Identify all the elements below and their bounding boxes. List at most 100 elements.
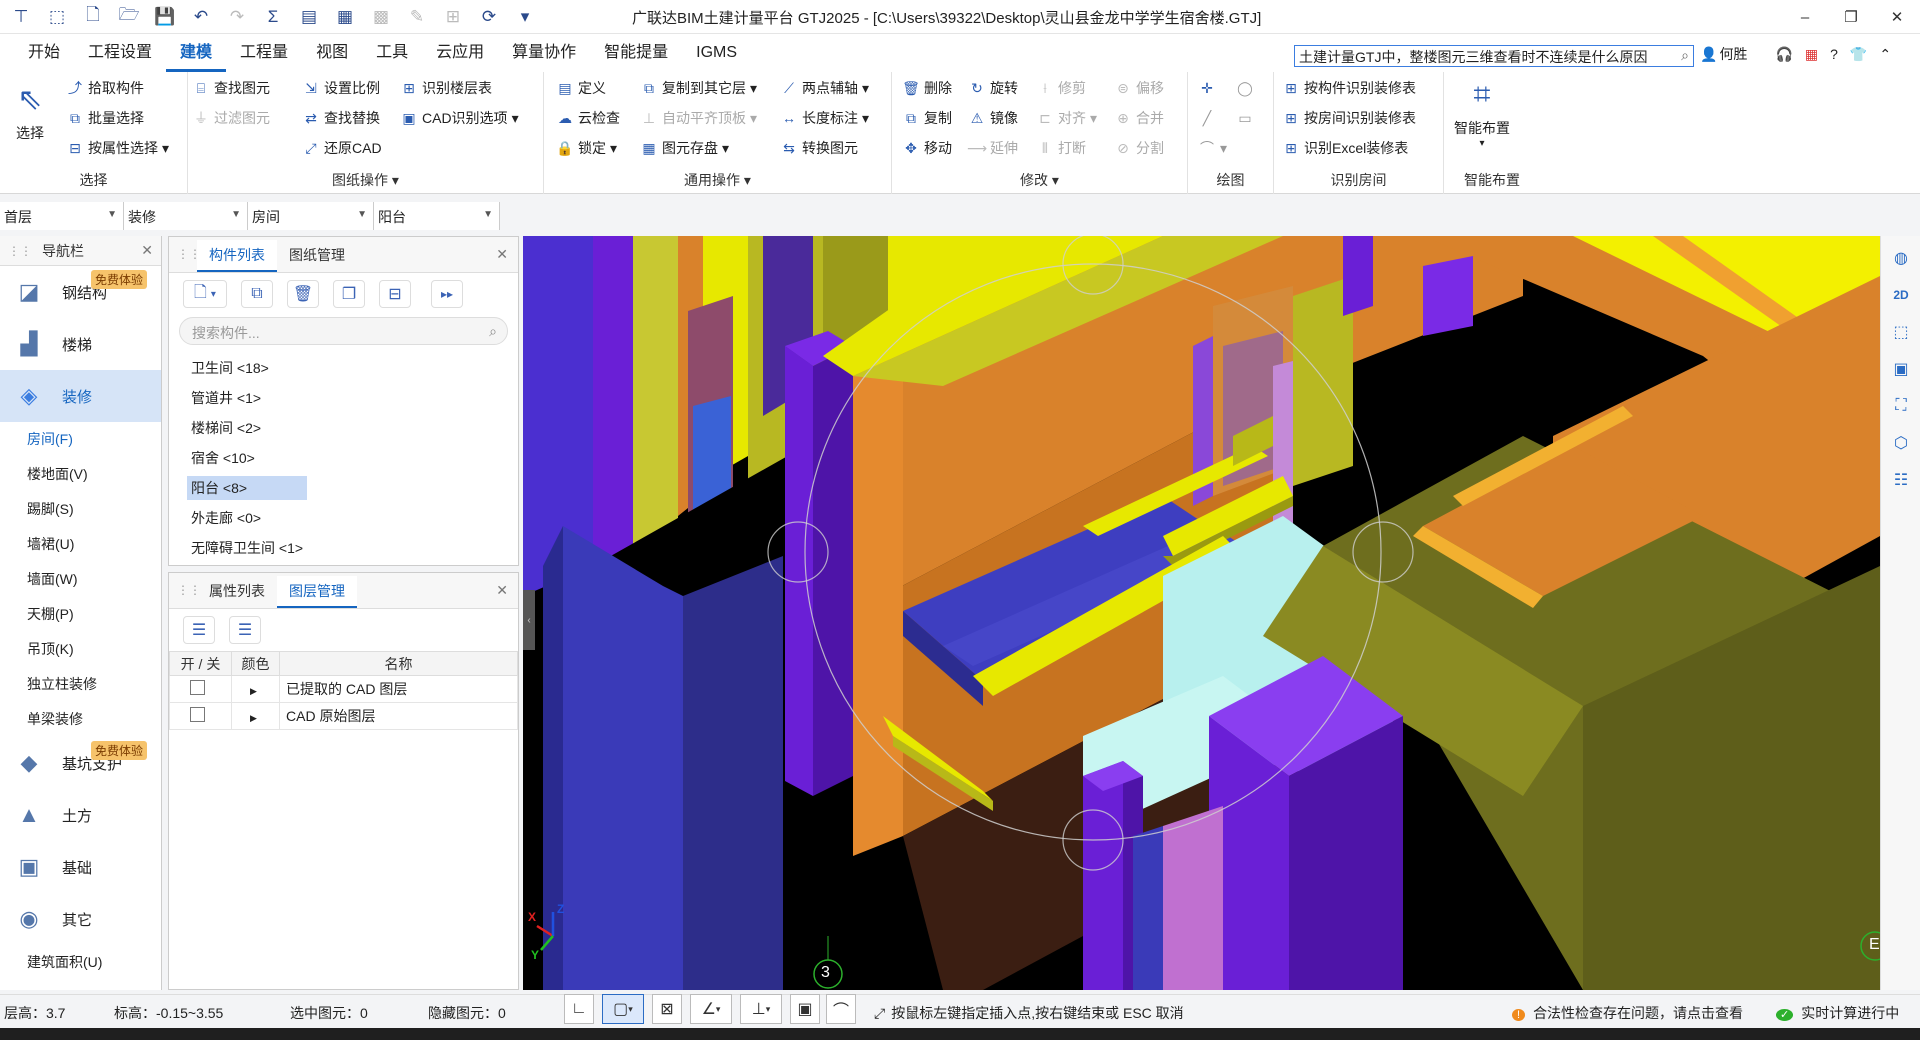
open-folder-icon[interactable]: 🗁: [114, 4, 144, 30]
nav-category-earthwork[interactable]: ▲ 土方: [0, 789, 161, 841]
component-select[interactable]: 阳台 ▼: [374, 202, 500, 230]
offset-button[interactable]: ⊜ 偏移: [1114, 76, 1164, 100]
collapse-ribbon-icon[interactable]: ⌃: [1879, 46, 1891, 63]
convert-element-button[interactable]: ⇆ 转换图元: [780, 136, 858, 160]
close-icon[interactable]: ✕: [496, 246, 508, 263]
2d-view-icon[interactable]: 2D: [1886, 280, 1916, 310]
app-logo-icon[interactable]: ⊤: [6, 4, 36, 30]
menu-tools[interactable]: 工具: [362, 34, 422, 72]
panel-collapse-handle[interactable]: ‹: [523, 590, 535, 650]
shirt-icon[interactable]: 👕: [1850, 46, 1867, 63]
circle-tool-button[interactable]: ◯: [1236, 76, 1254, 100]
list-item[interactable]: 无障碍卫生间 <1>: [169, 533, 518, 563]
grip-icon[interactable]: ⋮⋮: [8, 244, 32, 258]
nav-sub-dado[interactable]: 墙裙(U): [0, 527, 161, 562]
smart-layout-button[interactable]: ⌗ 智能布置 ▾: [1454, 78, 1510, 149]
nav-sub-ceiling[interactable]: 天棚(P): [0, 597, 161, 632]
nav-category-foundation[interactable]: ▣ 基础: [0, 841, 161, 893]
select-button[interactable]: ⇖ 选择: [16, 82, 44, 143]
layout-icon[interactable]: ▩: [366, 4, 396, 30]
list-item[interactable]: 管道井 <1>: [169, 383, 518, 413]
arc-tool-button[interactable]: ⌒ ▾: [1198, 136, 1227, 160]
recognize-floor-table-button[interactable]: ⊞ 识别楼层表: [400, 76, 492, 100]
nav-category-other[interactable]: ◉ 其它: [0, 893, 161, 945]
select-by-attribute-button[interactable]: ⊟ 按属性选择 ▾: [66, 136, 169, 160]
more-icon[interactable]: ▾: [510, 4, 540, 30]
calculator-icon[interactable]: ▦: [1805, 46, 1818, 63]
nav-sub-column-finish[interactable]: 独立柱装修: [0, 667, 161, 702]
view-cube-icon[interactable]: ▣: [1886, 354, 1916, 384]
category-select[interactable]: 装修 ▼: [124, 202, 248, 230]
auto-level-button[interactable]: ⊥ 自动平齐顶板 ▾: [640, 106, 757, 130]
properties-icon[interactable]: ☷: [1886, 465, 1916, 495]
menu-start[interactable]: 开始: [14, 34, 74, 72]
report-icon[interactable]: ▤: [294, 4, 324, 30]
recog-by-component-button[interactable]: ⊞ 按构件识别装修表: [1282, 76, 1416, 100]
3d-box-icon[interactable]: ⬚: [1886, 317, 1916, 347]
snap-box-button[interactable]: ▢ ▾: [602, 994, 644, 1024]
list-item[interactable]: 卫生间 <18>: [169, 353, 518, 383]
nav-sub-room[interactable]: 房间(F): [0, 422, 161, 457]
rotate-button[interactable]: ↻ 旋转: [968, 76, 1018, 100]
recog-excel-button[interactable]: ⊞ 识别Excel装修表: [1282, 136, 1408, 160]
menu-igms[interactable]: IGMS: [682, 34, 751, 72]
tab-drawing-management[interactable]: 图纸管理: [277, 240, 357, 272]
nav-sub-wall-surface[interactable]: 墙面(W): [0, 562, 161, 597]
menu-cloud[interactable]: 云应用: [422, 34, 498, 72]
common-ops-group-title[interactable]: 通用操作 ▾: [544, 170, 891, 190]
layer-tool-2-button[interactable]: ☰: [229, 616, 261, 644]
type-select[interactable]: 房间 ▼: [248, 202, 374, 230]
3d-viewport[interactable]: 3 E X Z Y: [523, 236, 1880, 990]
recog-by-room-button[interactable]: ⊞ 按房间识别装修表: [1282, 106, 1416, 130]
trim-button[interactable]: ⟊ 修剪: [1036, 76, 1086, 100]
define-button[interactable]: ▤ 定义: [556, 76, 606, 100]
avatar[interactable]: 👤: [1700, 46, 1717, 63]
sync-icon[interactable]: ⟳: [474, 4, 504, 30]
find-element-button[interactable]: ⌸ 查找图元: [192, 76, 270, 100]
restore-cad-button[interactable]: ⤢ 还原CAD: [302, 136, 381, 160]
layer-visibility-checkbox[interactable]: [190, 707, 205, 722]
nav-sub-suspended-ceiling[interactable]: 吊顶(K): [0, 632, 161, 667]
delete-component-button[interactable]: 🗑: [287, 280, 319, 308]
realtime-calc-status[interactable]: ✓ 实时计算进行中: [1776, 1003, 1899, 1023]
table-row[interactable]: ▶ CAD 原始图层: [169, 702, 518, 730]
tab-layer-management[interactable]: 图层管理: [277, 576, 357, 608]
nav-category-stairs[interactable]: ▟ 楼梯: [0, 318, 161, 370]
help-search-input[interactable]: 土建计量GTJ中，整楼图元三维查看时不连续是什么原因 ⌕: [1294, 45, 1694, 67]
search-icon[interactable]: ⌕: [489, 323, 497, 340]
validation-warning[interactable]: ! 合法性检查存在问题，请点击查看: [1512, 1003, 1743, 1023]
snap-perpendicular-button[interactable]: ∟: [564, 994, 594, 1024]
menu-project-settings[interactable]: 工程设置: [74, 34, 166, 72]
lock-button[interactable]: 🔒 锁定 ▾: [556, 136, 617, 160]
search-icon[interactable]: ⌕: [1681, 47, 1689, 64]
layer-tool-1-button[interactable]: ☰: [183, 616, 215, 644]
expand-arrow-icon[interactable]: ▶: [250, 686, 257, 696]
find-replace-button[interactable]: ⇄ 查找替换: [302, 106, 380, 130]
pick-component-button[interactable]: ⤴ 拾取构件: [66, 76, 144, 100]
extend-button[interactable]: ⟶ 延伸: [967, 136, 1018, 160]
undo-icon[interactable]: ↶: [186, 4, 216, 30]
filter-component-button[interactable]: ⊟: [379, 280, 411, 308]
nav-category-steel[interactable]: ◪ 钢结构 免费体验: [0, 266, 161, 318]
snap-display-button[interactable]: ▣: [790, 994, 820, 1024]
copy-button[interactable]: ⧉ 复制: [902, 106, 952, 130]
redo-icon[interactable]: ↷: [222, 4, 252, 30]
mirror-button[interactable]: ⚠ 镜像: [968, 106, 1018, 130]
help-icon[interactable]: ?: [1830, 46, 1838, 62]
filter-element-button[interactable]: ⏚ 过滤图元: [192, 106, 270, 130]
copy-component-button[interactable]: ⧉: [241, 280, 273, 308]
two-point-axis-button[interactable]: ⟋ 两点辅轴 ▾: [780, 76, 869, 100]
nav-category-decoration[interactable]: ◈ 装修: [0, 370, 161, 422]
snap-offset-button[interactable]: ⊥ ▾: [740, 994, 782, 1024]
drawing-ops-group-title[interactable]: 图纸操作 ▾: [188, 170, 543, 190]
grid-icon[interactable]: ▦: [330, 4, 360, 30]
delete-button[interactable]: 🗑 删除: [902, 76, 952, 100]
nav-sub-building-area[interactable]: 建筑面积(U): [0, 945, 161, 980]
nav-sub-floor[interactable]: 楼地面(V): [0, 457, 161, 492]
new-file-icon[interactable]: 🗋: [78, 4, 108, 30]
menu-quantities[interactable]: 工程量: [226, 34, 302, 72]
menu-modeling[interactable]: 建模: [166, 34, 227, 72]
element-store-button[interactable]: ▦ 图元存盘 ▾: [640, 136, 729, 160]
save-icon[interactable]: 💾: [150, 4, 180, 30]
batch-select-button[interactable]: ⧉ 批量选择: [66, 106, 144, 130]
